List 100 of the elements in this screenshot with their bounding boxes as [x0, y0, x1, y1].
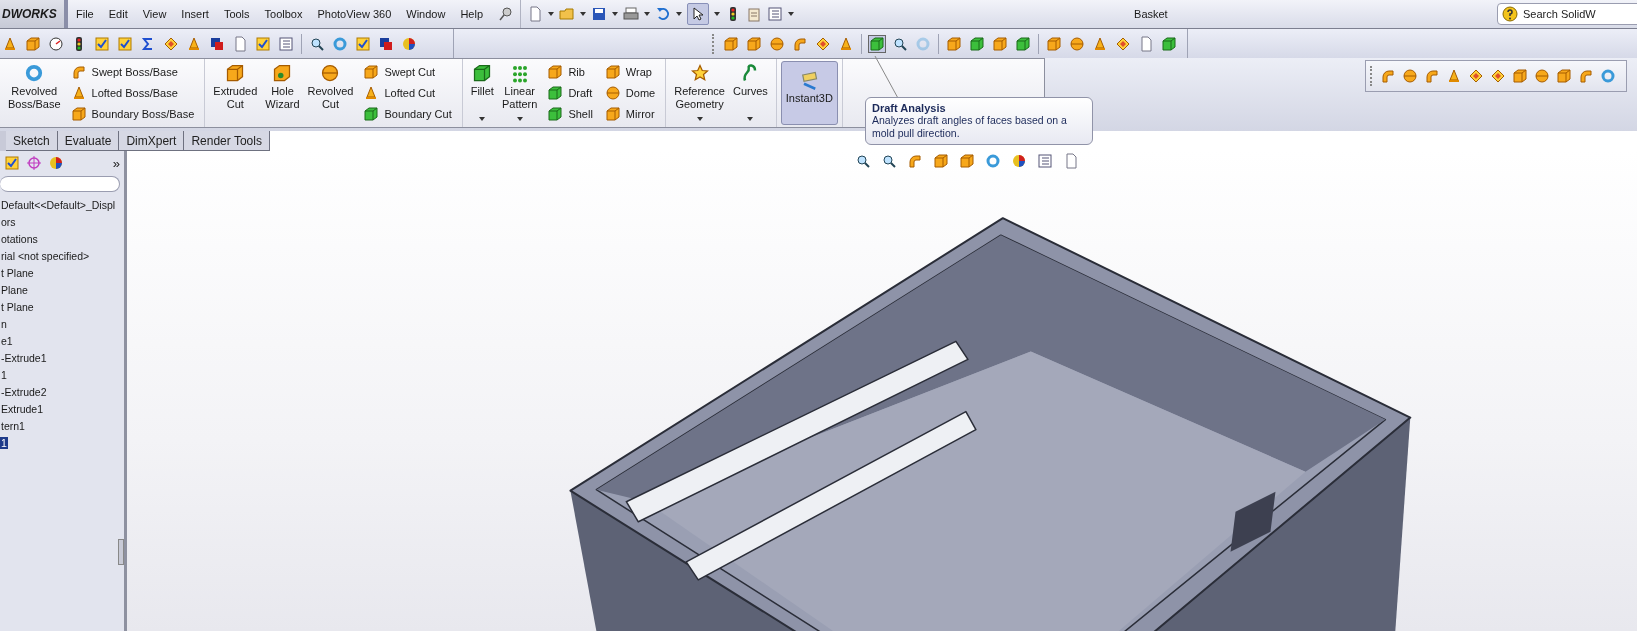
- command-button[interactable]: Boundary Boss/Base: [68, 105, 197, 124]
- menu-item[interactable]: Window: [406, 8, 446, 20]
- tree-item[interactable]: t Plane: [0, 266, 35, 279]
- command-button[interactable]: Draft: [545, 84, 595, 102]
- diamond-icon[interactable]: [1115, 35, 1131, 52]
- command-button[interactable]: Shell: [545, 105, 595, 124]
- pipe-icon[interactable]: [1424, 68, 1440, 84]
- tree-item[interactable]: -Extrude2: [0, 385, 48, 398]
- overlap-squares-icon[interactable]: [378, 35, 394, 52]
- pie-icon[interactable]: [401, 35, 417, 52]
- solid-cube-icon[interactable]: [1015, 35, 1031, 52]
- pipe-icon[interactable]: [907, 153, 923, 169]
- sphere-icon[interactable]: [1402, 68, 1418, 84]
- tree-item[interactable]: Extrude1: [0, 402, 45, 415]
- command-button[interactable]: Fillet: [466, 59, 498, 127]
- menu-item[interactable]: Edit: [108, 8, 128, 20]
- menu-item[interactable]: Help: [460, 8, 484, 20]
- command-button[interactable]: Mirror: [602, 105, 658, 124]
- command-button[interactable]: Curves: [728, 59, 772, 127]
- tab[interactable]: DimXpert: [119, 131, 185, 151]
- diamond-icon[interactable]: [1490, 68, 1506, 84]
- pipe-icon[interactable]: [792, 35, 808, 52]
- menu-item[interactable]: Tools: [223, 8, 250, 20]
- cube-icon[interactable]: [1512, 68, 1528, 84]
- command-button[interactable]: Swept Cut: [361, 62, 454, 81]
- tree-item[interactable]: e1: [0, 334, 14, 347]
- list-icon[interactable]: [1037, 153, 1053, 169]
- tree-item[interactable]: 1: [0, 436, 8, 449]
- check-box-icon[interactable]: [117, 35, 133, 52]
- caret-icon[interactable]: [548, 12, 555, 16]
- page-icon[interactable]: [232, 35, 248, 52]
- printer-icon[interactable]: [623, 6, 640, 22]
- cube-icon[interactable]: [1046, 35, 1062, 52]
- ring-icon[interactable]: [1600, 68, 1616, 84]
- cube-icon[interactable]: [992, 35, 1008, 52]
- collapse-handle[interactable]: [118, 539, 124, 565]
- command-button[interactable]: Rib: [545, 62, 595, 81]
- command-button[interactable]: Boundary Cut: [361, 105, 454, 124]
- command-button[interactable]: Reference Geometry: [670, 59, 729, 127]
- tree-item[interactable]: Default<<Default>_Displ: [0, 198, 117, 211]
- command-button[interactable]: Revolved Boss/Base: [4, 59, 65, 127]
- check-box-icon[interactable]: [255, 35, 271, 52]
- command-button[interactable]: Extruded Cut: [209, 59, 262, 127]
- tree-item[interactable]: otations: [0, 232, 39, 245]
- tree-item[interactable]: rial <not specified>: [0, 249, 91, 262]
- cube-icon[interactable]: [959, 153, 975, 169]
- select-button[interactable]: [687, 3, 710, 25]
- menu-item[interactable]: File: [76, 8, 94, 20]
- menu-item[interactable]: Toolbox: [264, 8, 303, 20]
- solid-cube-icon[interactable]: [969, 35, 985, 52]
- clipboard-icon[interactable]: [746, 6, 763, 22]
- menu-item[interactable]: PhotoView 360: [317, 8, 392, 20]
- magnifier-icon[interactable]: [892, 35, 908, 52]
- cube-icon[interactable]: [746, 35, 762, 52]
- check-box-icon[interactable]: [94, 35, 110, 52]
- tree-item[interactable]: -Extrude1: [0, 351, 48, 364]
- sphere-icon[interactable]: [1069, 35, 1085, 52]
- caret-icon[interactable]: [788, 12, 795, 16]
- cube-icon[interactable]: [25, 35, 41, 52]
- cube-icon[interactable]: [933, 153, 949, 169]
- command-button[interactable]: Revolved Cut: [303, 59, 358, 127]
- menu-item[interactable]: View: [142, 8, 167, 20]
- list-icon[interactable]: [278, 35, 294, 52]
- caret-icon[interactable]: [714, 12, 721, 16]
- command-button[interactable]: Lofted Cut: [361, 84, 454, 102]
- command-button[interactable]: Hole Wizard: [261, 59, 304, 127]
- caret-icon[interactable]: [644, 12, 651, 16]
- filter-field[interactable]: [0, 176, 120, 192]
- ring-icon[interactable]: [332, 35, 348, 52]
- pushpin-icon[interactable]: [498, 6, 515, 22]
- search-field[interactable]: Search SolidW: [1521, 7, 1637, 21]
- caret-icon[interactable]: [580, 12, 587, 16]
- solid-cube-icon[interactable]: [869, 35, 885, 52]
- tree-item[interactable]: n: [0, 317, 8, 330]
- diamond-icon[interactable]: [163, 35, 179, 52]
- gauge-icon[interactable]: [48, 35, 64, 52]
- sphere-icon[interactable]: [769, 35, 785, 52]
- cube-icon[interactable]: [723, 35, 739, 52]
- diamond-icon[interactable]: [815, 35, 831, 52]
- overlap-squares-icon[interactable]: [209, 35, 225, 52]
- undo-icon[interactable]: [655, 6, 672, 22]
- sphere-icon[interactable]: [1534, 68, 1550, 84]
- search-box[interactable]: Search SolidW: [1497, 3, 1637, 25]
- tree-item[interactable]: ors: [0, 215, 17, 228]
- tree-item[interactable]: 1: [0, 368, 8, 381]
- expand-button[interactable]: »: [112, 155, 120, 171]
- command-button[interactable]: Dome: [602, 84, 658, 102]
- solid-cube-icon[interactable]: [1161, 35, 1177, 52]
- crosshair-icon[interactable]: [26, 155, 42, 171]
- pie-icon[interactable]: [1011, 153, 1027, 169]
- ring-icon[interactable]: [985, 153, 1001, 169]
- tab[interactable]: Sketch: [6, 131, 58, 151]
- tree-item[interactable]: Plane: [0, 283, 29, 296]
- caret-icon[interactable]: [676, 12, 683, 16]
- menu-item[interactable]: Insert: [181, 8, 209, 20]
- page-icon[interactable]: [1063, 153, 1079, 169]
- cube-icon[interactable]: [1556, 68, 1572, 84]
- tree-item[interactable]: t Plane: [0, 300, 35, 313]
- magnifier-icon[interactable]: [309, 35, 325, 52]
- pipe-icon[interactable]: [1578, 68, 1594, 84]
